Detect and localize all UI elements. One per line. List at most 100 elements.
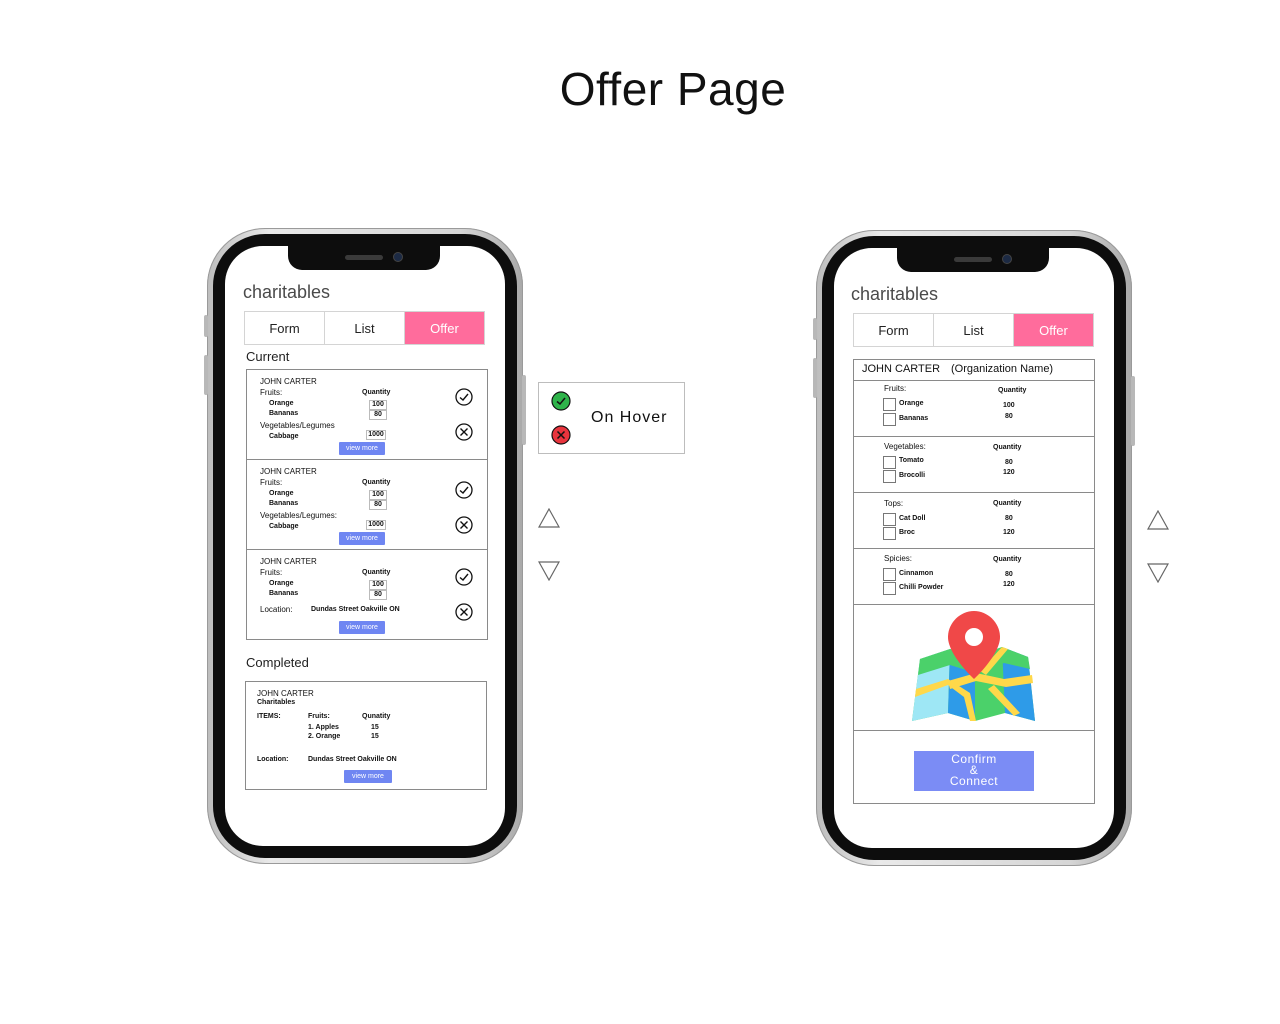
item-name: Chilli Powder <box>899 584 944 591</box>
item-name: Cabbage <box>269 523 299 530</box>
item-checkbox[interactable] <box>883 527 896 540</box>
veg-label: Vegetables/Legumes: <box>260 511 337 520</box>
brand-logo: charitables <box>243 282 331 302</box>
reject-hover-icon <box>551 425 571 445</box>
donor-name: JOHN CARTER <box>260 467 317 476</box>
item-name: Cabbage <box>269 433 299 440</box>
confirm-connect-button[interactable]: Confirm & Connect <box>914 751 1034 791</box>
item-name: Tomato <box>899 457 924 464</box>
item-qty: 120 <box>1003 581 1015 588</box>
fruits-label: Fruits: <box>308 713 330 720</box>
item-qty: 15 <box>371 724 379 731</box>
map-pin-icon <box>912 611 1035 721</box>
scroll-down-icon[interactable] <box>538 561 560 581</box>
item-checkbox[interactable] <box>883 470 896 483</box>
location-value: Dundas Street Oakville ON <box>308 756 397 763</box>
item-group: Fruits: Quantity Orange 100 Bananas 80 <box>853 380 1095 437</box>
item-qty: 80 <box>369 410 387 420</box>
group-label: Tops: <box>884 499 904 508</box>
item-checkbox[interactable] <box>883 456 896 469</box>
reject-icon[interactable] <box>455 516 473 534</box>
view-more-button[interactable]: view more <box>339 532 385 545</box>
tab-bar: Form List Offer <box>244 311 485 345</box>
tab-offer[interactable]: Offer <box>1014 314 1093 346</box>
item-checkbox[interactable] <box>883 513 896 526</box>
item-qty: 80 <box>1005 413 1013 420</box>
completed-card: JOHN CARTER Charitables ITEMS: Fruits: Q… <box>245 681 487 790</box>
accept-icon[interactable] <box>455 388 473 406</box>
item-name: Bananas <box>269 590 299 597</box>
scroll-up-icon[interactable] <box>1147 510 1169 530</box>
item-name: Bananas <box>269 410 299 417</box>
quantity-label: Quantity <box>362 479 391 486</box>
quantity-label: Quantity <box>993 500 1022 507</box>
item-name: Broc <box>899 529 915 536</box>
item-checkbox[interactable] <box>883 582 896 595</box>
item-qty: 100 <box>369 580 387 590</box>
confirm-card: Confirm & Connect <box>853 730 1095 804</box>
donor-name: JOHN CARTER <box>260 557 317 566</box>
donor-name: JOHN CARTER <box>862 363 941 375</box>
quantity-label: Quantity <box>998 387 1027 394</box>
view-more-button[interactable]: view more <box>339 442 385 455</box>
tab-list[interactable]: List <box>325 312 405 344</box>
completed-heading: Completed <box>246 655 309 670</box>
group-label: Spicies: <box>884 554 913 563</box>
reject-icon[interactable] <box>455 423 473 441</box>
item-name: 2. Orange <box>308 733 341 740</box>
view-more-button[interactable]: view more <box>344 770 392 783</box>
item-qty: 120 <box>1003 529 1015 536</box>
quantity-label: Quantity <box>362 569 391 576</box>
tab-form[interactable]: Form <box>245 312 325 344</box>
item-qty: 80 <box>1005 515 1013 522</box>
item-checkbox[interactable] <box>883 568 896 581</box>
tab-list[interactable]: List <box>934 314 1014 346</box>
item-name: Orange <box>269 400 294 407</box>
item-qty: 80 <box>1005 459 1013 466</box>
org-name: (Organization Name) <box>951 363 1054 375</box>
item-checkbox[interactable] <box>883 398 896 411</box>
brand-logo: charitables <box>851 284 939 304</box>
org-name: Charitables <box>257 699 296 706</box>
item-qty: 80 <box>369 590 387 600</box>
quantity-label: Qunatity <box>362 713 391 720</box>
item-name: 1. Apples <box>308 724 339 731</box>
fruits-label: Fruits: <box>260 568 283 577</box>
current-heading: Current <box>246 349 290 364</box>
tab-bar: Form List Offer <box>853 313 1094 347</box>
item-name: Orange <box>899 400 924 407</box>
offer-card: JOHN CARTER Fruits: Quantity Orange 100 … <box>246 459 488 550</box>
accept-icon[interactable] <box>455 568 473 586</box>
scroll-up-icon[interactable] <box>538 508 560 528</box>
item-name: Bananas <box>899 415 929 422</box>
donor-name: JOHN CARTER <box>260 377 317 386</box>
confirm-line: Connect <box>949 774 999 788</box>
accept-icon[interactable] <box>455 481 473 499</box>
item-group: Spicies: Quantity Cinnamon 80 Chilli Pow… <box>853 548 1095 605</box>
item-checkbox[interactable] <box>883 413 896 426</box>
page-title: Offer Page <box>559 63 787 115</box>
item-qty: 15 <box>371 733 379 740</box>
item-qty: 1000 <box>366 520 386 530</box>
quantity-label: Quantity <box>362 389 391 396</box>
item-qty: 80 <box>369 500 387 510</box>
item-qty: 100 <box>1003 402 1015 409</box>
item-name: Brocolli <box>899 472 926 479</box>
view-more-button[interactable]: view more <box>339 621 385 634</box>
group-label: Vegetables: <box>884 442 926 451</box>
quantity-label: Quantity <box>993 444 1022 451</box>
items-label: ITEMS: <box>257 713 281 720</box>
accept-hover-icon <box>551 391 571 411</box>
reject-icon[interactable] <box>455 603 473 621</box>
hover-legend: On Hover <box>538 382 685 454</box>
item-qty: 100 <box>369 400 387 410</box>
item-name: Orange <box>269 490 294 497</box>
quantity-label: Quantity <box>993 556 1022 563</box>
scroll-down-icon[interactable] <box>1147 563 1169 583</box>
location-value: Dundas Street Oakville ON <box>311 606 400 613</box>
tab-form[interactable]: Form <box>854 314 934 346</box>
tab-offer[interactable]: Offer <box>405 312 484 344</box>
item-group: Vegetables: Quantity Tomato 80 Brocolli … <box>853 436 1095 493</box>
item-name: Orange <box>269 580 294 587</box>
item-qty: 120 <box>1003 469 1015 476</box>
